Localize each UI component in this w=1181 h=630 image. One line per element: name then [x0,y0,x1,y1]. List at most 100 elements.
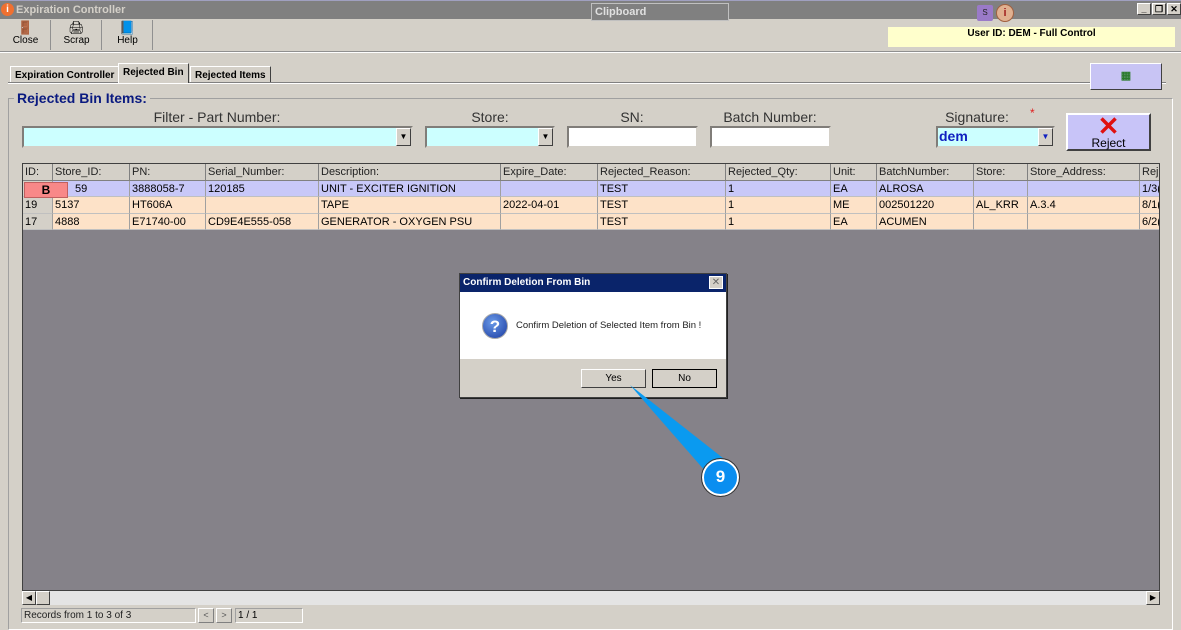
store-label: Store: [471,109,509,125]
table-cell: 8/1( [1140,197,1159,214]
scroll-thumb[interactable] [36,591,50,605]
export-excel-button[interactable]: ▦ [1090,63,1162,90]
column-header[interactable]: BatchNumber: [877,164,974,181]
table-cell [501,213,598,230]
tab-rejected-items[interactable]: Rejected Items [190,66,271,82]
scrap-button[interactable]: 🖨 Scrap [52,20,102,50]
column-header[interactable]: Rejected_Qty: [726,164,831,181]
next-page-button[interactable]: > [216,608,232,623]
close-window-button[interactable]: ✕ [1167,3,1181,15]
batch-number-input[interactable] [710,126,831,148]
table-cell [974,180,1028,197]
table-cell: EA [831,213,877,230]
dialog-message: Confirm Deletion of Selected Item from B… [516,320,702,331]
dialog-body: ? Confirm Deletion of Selected Item from… [460,292,726,359]
signature-select[interactable]: dem ▼ [936,126,1055,148]
table-row[interactable]: 19 5137 HT606A TAPE 2022-04-01 TEST 1 ME 0025012… [23,197,1159,214]
column-header[interactable]: ID: [23,164,53,181]
help-label: Help [117,35,138,46]
scroll-right-icon[interactable]: ▶ [1146,591,1160,605]
app-info-icon: i [1,3,14,16]
table-cell: 120185 [206,180,319,197]
yes-button[interactable]: Yes [581,369,646,388]
prev-page-button[interactable]: < [198,608,214,623]
table-cell [974,213,1028,230]
part-number-filter[interactable]: ▼ [22,126,413,148]
column-header[interactable]: PN: [130,164,206,181]
grid-header: ID: Store_ID: PN: Serial_Number: Description… [23,164,1159,181]
chevron-down-icon[interactable]: ▼ [396,128,411,146]
scroll-left-icon[interactable]: ◀ [22,591,36,605]
help-button[interactable]: 📘 Help [103,20,153,50]
table-row[interactable]: 17 4888 E71740-00 CD9E4E555-058 GENERATOR - … [23,213,1159,230]
horizontal-scrollbar[interactable]: ◀ ▶ [22,591,1160,605]
page-indicator: 1 / 1 [235,608,303,623]
help-book-icon: 📘 [119,20,136,35]
table-cell: A.3.4 [1028,197,1140,214]
step-marker: 9 [701,458,740,497]
signature-label: Signature: [945,109,1009,125]
no-button[interactable]: No [652,369,717,388]
table-cell: TEST [598,180,726,197]
user-status: User ID: DEM - Full Control [888,27,1175,47]
table-cell: ACUMEN [877,213,974,230]
table-cell [1028,180,1140,197]
signature-value: dem [939,128,968,144]
column-header[interactable]: Rej [1140,164,1159,181]
reject-button[interactable]: ✕ Reject [1066,113,1151,151]
table-cell: GENERATOR - OXYGEN PSU [319,213,501,230]
column-header[interactable]: Description: [319,164,501,181]
required-mark: * [1030,106,1035,120]
close-button[interactable]: 🚪 Close [1,20,51,50]
table-cell [501,180,598,197]
clipboard-panel[interactable]: Clipboard [591,3,729,21]
table-cell: 1 [726,180,831,197]
store-filter[interactable]: ▼ [425,126,555,148]
confirm-dialog: Confirm Deletion From Bin ✕ ? Confirm De… [459,273,727,398]
table-cell: 1/3( [1140,180,1159,197]
chevron-down-icon[interactable]: ▼ [1038,128,1053,146]
info-icon[interactable]: i [996,4,1014,22]
table-cell: TEST [598,197,726,214]
close-label: Close [12,35,39,46]
column-header[interactable]: Store_ID: [53,164,130,181]
dialog-close-icon[interactable]: ✕ [709,276,723,289]
toolbar-divider [0,51,1181,53]
sn-label: SN: [620,109,644,125]
table-cell [1028,213,1140,230]
column-header[interactable]: Unit: [831,164,877,181]
table-cell: CD9E4E555-058 [206,213,319,230]
table-cell: TEST [598,213,726,230]
question-icon: ? [482,313,508,339]
column-header[interactable]: Store_Address: [1028,164,1140,181]
section-title: Rejected Bin Items: [14,90,150,106]
table-cell [206,197,319,214]
table-cell: 4888 [53,213,130,230]
excel-icon: ▦ [1120,70,1132,82]
tab-rejected-bin[interactable]: Rejected Bin [118,63,189,83]
column-header[interactable]: Serial_Number: [206,164,319,181]
scrap-label: Scrap [63,35,90,46]
sn-input[interactable] [567,126,698,148]
table-cell: 1 [726,213,831,230]
column-header[interactable]: Rejected_Reason: [598,164,726,181]
column-header[interactable]: Expire_Date: [501,164,598,181]
table-cell: ME [831,197,877,214]
table-cell: 1 [726,197,831,214]
table-cell: 19 [23,197,53,214]
table-row[interactable]: 59 3888058-7 120185 UNIT - EXCITER IGNITION… [23,180,1159,197]
records-status: Records from 1 to 3 of 3 [21,608,196,623]
table-cell: 6/2( [1140,213,1159,230]
minimize-button[interactable]: _ [1137,3,1151,15]
row-badge: B [24,182,68,198]
table-cell: 17 [23,213,53,230]
restore-button[interactable]: ❐ [1152,3,1166,15]
folder-s-icon[interactable]: S [977,5,993,21]
column-header[interactable]: Store: [974,164,1028,181]
window-title: Expiration Controller [16,4,126,16]
chevron-down-icon[interactable]: ▼ [538,128,553,146]
table-cell: HT606A [130,197,206,214]
tab-expiration-controller[interactable]: Expiration Controller [10,66,120,82]
table-cell: 2022-04-01 [501,197,598,214]
table-cell: 002501220 [877,197,974,214]
